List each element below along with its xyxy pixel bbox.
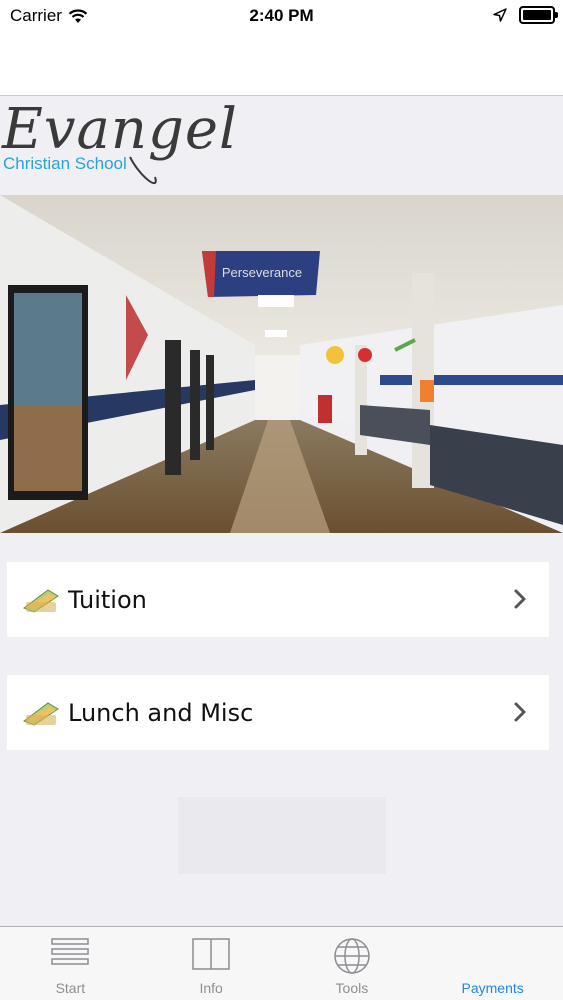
tab-bar: Start Info Tools Payments	[0, 926, 563, 1000]
tab-tools[interactable]: Tools	[282, 927, 423, 1000]
school-logo: Evangel Christian School	[0, 97, 563, 195]
ad-placeholder	[178, 797, 386, 874]
hallway-photo: Perseverance	[0, 195, 563, 533]
tab-label: Info	[199, 980, 223, 996]
battery-icon	[519, 6, 558, 24]
menu-item-label: Tuition	[68, 585, 147, 614]
banner-text: Perseverance	[222, 265, 302, 280]
menu-item-tuition[interactable]: Tuition	[7, 562, 549, 637]
tab-label: Tools	[335, 980, 369, 996]
menu-item-lunch-and-misc[interactable]: Lunch and Misc	[7, 675, 549, 750]
status-time: 2:40 PM	[249, 6, 314, 25]
status-bar: Carrier 2:40 PM	[0, 0, 563, 34]
location-arrow-icon	[493, 8, 507, 22]
tab-label: Start	[55, 980, 86, 996]
payment-card-icon	[22, 588, 59, 613]
logo-subtitle: Christian School	[3, 154, 127, 173]
chevron-right-icon	[514, 589, 526, 609]
list-icon	[51, 938, 90, 965]
payment-card-icon	[22, 701, 59, 726]
tab-label: Payments	[461, 980, 524, 996]
globe-icon	[334, 938, 370, 974]
status-right	[493, 6, 558, 24]
navigation-bar	[0, 34, 563, 96]
tab-info[interactable]: Info	[141, 927, 282, 1000]
book-icon	[192, 938, 230, 970]
tab-payments[interactable]: Payments	[422, 927, 563, 1000]
menu-item-label: Lunch and Misc	[68, 698, 254, 727]
logo-swash	[129, 156, 157, 185]
tab-start[interactable]: Start	[0, 927, 141, 1000]
chevron-right-icon	[514, 702, 526, 722]
